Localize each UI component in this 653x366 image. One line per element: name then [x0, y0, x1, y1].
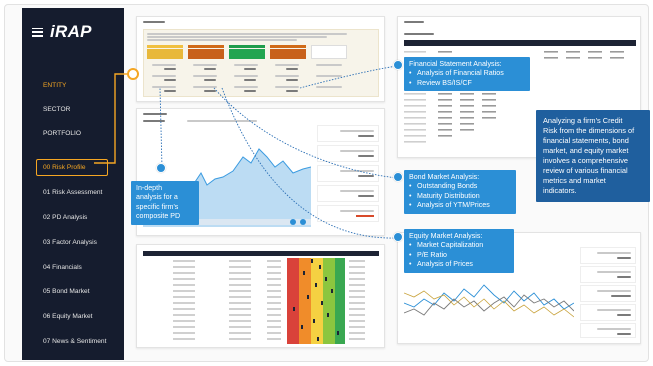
pd-analysis-dot — [156, 163, 166, 173]
nav-risk-profile[interactable]: 00 Risk Profile — [36, 159, 108, 176]
bond-callout-title: Bond Market Analysis: — [409, 173, 480, 181]
nav-bond-market[interactable]: 05 Bond Market — [22, 288, 124, 295]
pd-analysis-callout: In-depth analysis for a specific firm's … — [131, 181, 199, 225]
equity-callout-item: Analysis of Prices — [409, 260, 509, 270]
summary-line: indicators. — [543, 186, 577, 195]
equity-analysis-dot — [393, 232, 403, 242]
app-logo[interactable]: iRAP — [32, 22, 92, 42]
kpi-column — [317, 125, 379, 229]
factor-heatmap — [173, 258, 365, 344]
logo-text: iRAP — [50, 22, 92, 41]
bond-callout-item: Analysis of YTM/Prices — [409, 201, 511, 211]
summary-line: review of various financial — [543, 166, 628, 175]
financial-callout-item: Review BS/IS/CF — [409, 79, 525, 89]
summary-line: involves a comprehensive — [543, 156, 629, 165]
equity-kpi-column — [580, 247, 636, 339]
nav-news-sentiment[interactable]: 07 News & Sentiment — [22, 338, 124, 345]
nav-portfolio[interactable]: PORTFOLIO — [22, 130, 124, 137]
nav-risk-assessment[interactable]: 01 Risk Assessment — [22, 189, 124, 196]
nav-equity-market[interactable]: 06 Equity Market — [22, 313, 124, 320]
pd-callout-line: specific firm's — [136, 202, 179, 211]
summary-line: Analyzing a firm's Credit — [543, 116, 623, 125]
financial-analysis-dot — [393, 60, 403, 70]
pd-callout-line: analysis for a — [136, 193, 178, 202]
equity-callout-item: Market Capitalization — [409, 241, 509, 251]
hamburger-menu-icon[interactable] — [32, 27, 43, 37]
summary-line: Risk from the dimensions of — [543, 126, 635, 135]
equity-callout-title: Equity Market Analysis: — [409, 232, 483, 240]
factor-analysis-panel — [136, 244, 385, 348]
summary-line: financial statements, bond — [543, 136, 629, 145]
nav-financials[interactable]: 04 Financials — [22, 264, 124, 271]
risk-profile-panel — [136, 16, 385, 102]
financial-callout-item: Analysis of Financial Ratios — [409, 69, 525, 79]
equity-price-chart — [404, 284, 574, 318]
financial-callout-list: Analysis of Financial Ratios Review BS/I… — [409, 69, 525, 88]
bond-callout-list: Outstanding Bonds Maturity Distribution … — [409, 182, 511, 211]
pd-callout-line: In-depth — [136, 184, 163, 192]
equity-market-callout: Equity Market Analysis: Market Capitaliz… — [404, 229, 514, 273]
nav-sector[interactable]: SECTOR — [22, 106, 124, 113]
equity-callout-list: Market Capitalization P/E Ratio Analysis… — [409, 241, 509, 270]
nav-factor-analysis[interactable]: 03 Factor Analysis — [22, 239, 124, 246]
summary-callout: Analyzing a firm's Credit Risk from the … — [536, 110, 650, 202]
summary-line: metrics and market — [543, 176, 606, 185]
bond-market-callout: Bond Market Analysis: Outstanding Bonds … — [404, 170, 516, 214]
risk-summary-card — [143, 29, 379, 97]
bond-analysis-dot — [393, 172, 403, 182]
bond-callout-item: Outstanding Bonds — [409, 182, 511, 192]
sidebar: iRAP ENTITY SECTOR PORTFOLIO 00 Risk Pro… — [22, 8, 124, 360]
pd-callout-line: composite PD — [136, 212, 181, 221]
equity-callout-item: P/E Ratio — [409, 251, 509, 261]
financial-statement-callout: Financial Statement Analysis: Analysis o… — [404, 57, 530, 92]
summary-line: market, and equity market — [543, 146, 629, 155]
nav-pd-analysis[interactable]: 02 PD Analysis — [22, 214, 124, 221]
connector-origin-dot — [127, 68, 139, 80]
financial-callout-title: Financial Statement Analysis: — [409, 60, 502, 68]
nav-entity[interactable]: ENTITY — [22, 82, 124, 89]
bond-callout-item: Maturity Distribution — [409, 192, 511, 202]
